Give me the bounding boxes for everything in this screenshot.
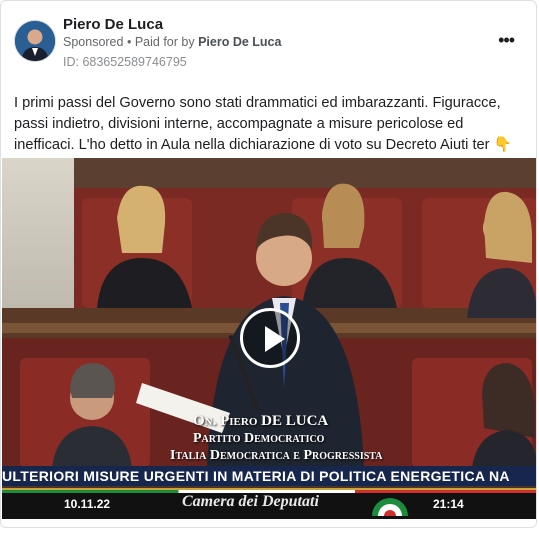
sponsored-label: Sponsored <box>63 35 124 49</box>
caption-speaker-name: On. Piero DE LUCA <box>193 413 329 429</box>
broadcast-date: 10.11.22 <box>64 497 111 511</box>
ad-id: ID: 683652589746795 <box>63 55 187 69</box>
paid-for-label: Paid for by <box>134 35 195 49</box>
broadcast-bar: 10.11.22 Camera dei Deputati 21:14 <box>2 488 536 519</box>
channel-name: Camera dei Deputati <box>182 493 319 510</box>
caption-party-line-2: Italia Democratica e Progressista <box>170 448 383 463</box>
video-player[interactable]: On. Piero DE LUCA Partito Democratico It… <box>2 158 536 519</box>
separator-dot: • <box>126 35 132 49</box>
ad-post-card: Piero De Luca Sponsored • Paid for by Pi… <box>0 0 537 528</box>
sponsored-line: Sponsored • Paid for by Piero De Luca <box>63 35 281 49</box>
broadcast-time: 21:14 <box>433 497 464 511</box>
news-ticker: ULTERIORI MISURE URGENTI IN MATERIA DI P… <box>2 466 536 486</box>
channel-logo-icon <box>372 498 408 516</box>
person-photo-icon <box>15 21 55 61</box>
play-icon[interactable] <box>240 308 300 368</box>
post-text: I primi passi del Governo sono stati dra… <box>14 95 512 153</box>
author-avatar[interactable] <box>14 20 56 62</box>
more-options-icon[interactable]: ••• <box>498 30 515 51</box>
caption-party-line-1: Partito Democratico <box>193 431 325 446</box>
author-name[interactable]: Piero De Luca <box>63 16 163 33</box>
paid-by-name[interactable]: Piero De Luca <box>198 35 281 49</box>
